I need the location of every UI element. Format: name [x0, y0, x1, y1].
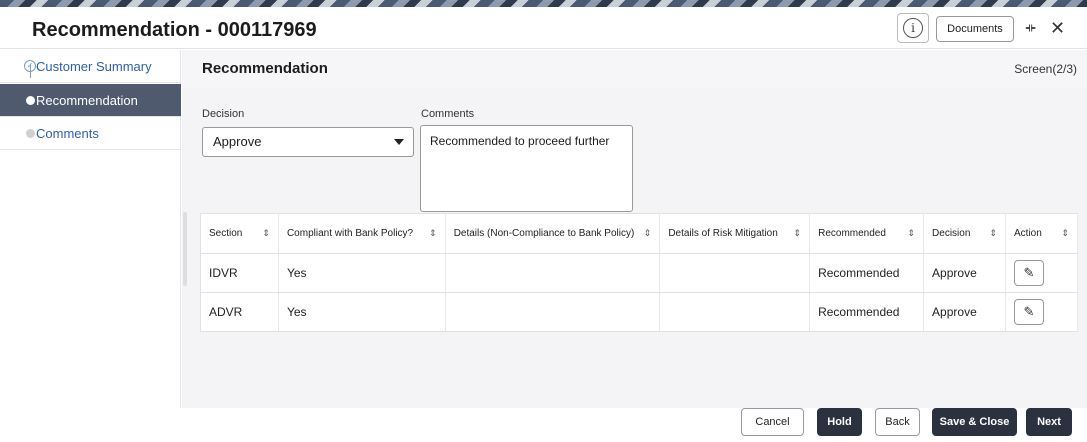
column-header-compliant[interactable]: Compliant with Bank Policy? ⇕: [278, 213, 446, 254]
cell-recommended: Recommended: [809, 253, 925, 293]
sidebar-item-label: Recommendation: [36, 93, 138, 108]
column-header-label: Section: [209, 228, 243, 239]
collapse-icon[interactable]: ⌟⌞ ⌝⌜: [1025, 18, 1036, 40]
next-button[interactable]: Next: [1026, 408, 1072, 436]
table-row: ADVR Yes Recommended Approve ✎: [200, 292, 1078, 332]
cell-action: ✎: [1005, 292, 1078, 332]
comments-textarea[interactable]: Recommended to proceed further: [420, 125, 633, 212]
sidebar-item-label: Comments: [36, 126, 99, 141]
decision-label: Decision: [202, 108, 245, 120]
column-header-label: Recommended: [818, 228, 886, 239]
cell-risk-mitigation: [659, 253, 811, 293]
column-header-label: Decision: [932, 228, 971, 239]
scroll-handle[interactable]: [183, 212, 187, 286]
documents-button[interactable]: Documents: [936, 16, 1014, 42]
cell-details-noncompliance: [445, 292, 661, 332]
cell-risk-mitigation: [659, 292, 811, 332]
screen-indicator: Screen(2/3): [1014, 62, 1077, 76]
cell-section: ADVR: [200, 292, 279, 332]
cell-section: IDVR: [200, 253, 279, 293]
step-connector: [30, 64, 31, 78]
sidebar: ✓ Customer Summary Recommendation Commen…: [0, 50, 181, 408]
footer-actions: Cancel Hold Back Save & Close Next: [0, 408, 1087, 442]
column-header-details-noncompliance[interactable]: Details (Non-Compliance to Bank Policy) ⇕: [445, 213, 661, 254]
column-header-label: Compliant with Bank Policy?: [286, 228, 414, 239]
cell-decision: Approve: [923, 292, 1006, 332]
window-header: Recommendation - 000117969 i Documents ⌟…: [0, 7, 1087, 49]
table-header-row: Section ⇕ Compliant with Bank Policy? ⇕ De…: [200, 213, 1078, 254]
column-header-label: Details (Non-Compliance to Bank Policy): [453, 228, 635, 239]
cell-compliant: Yes: [278, 253, 446, 293]
section-title: Recommendation: [202, 60, 328, 77]
page-title: Recommendation - 000117969: [32, 19, 317, 41]
cell-details-noncompliance: [445, 253, 661, 293]
hold-button[interactable]: Hold: [817, 408, 862, 436]
sort-icon[interactable]: ⇕: [262, 228, 270, 239]
comments-label: Comments: [421, 108, 475, 120]
sort-icon[interactable]: ⇕: [794, 228, 802, 239]
cell-compliant: Yes: [278, 292, 446, 332]
column-header-decision[interactable]: Decision ⇕: [923, 213, 1006, 254]
sidebar-item-customer-summary[interactable]: ✓ Customer Summary: [0, 50, 181, 83]
column-header-label: Action: [1014, 228, 1042, 239]
close-icon[interactable]: ✕: [1050, 18, 1065, 39]
cell-decision: Approve: [923, 253, 1006, 293]
active-dot-icon: [26, 96, 35, 105]
column-header-action[interactable]: Action ⇕: [1005, 213, 1078, 254]
pencil-icon: ✎: [1023, 304, 1035, 319]
column-header-risk-mitigation[interactable]: Details of Risk Mitigation ⇕: [659, 213, 811, 254]
table-row: IDVR Yes Recommended Approve ✎: [200, 253, 1078, 293]
sidebar-item-label: Customer Summary: [36, 59, 152, 74]
back-button[interactable]: Back: [875, 408, 920, 436]
edit-button[interactable]: ✎: [1014, 299, 1044, 325]
sort-icon[interactable]: ⇕: [908, 228, 916, 239]
sidebar-item-recommendation[interactable]: Recommendation: [0, 84, 181, 117]
top-decorative-strip: [0, 0, 1087, 7]
edit-button[interactable]: ✎: [1014, 260, 1044, 286]
save-close-button[interactable]: Save & Close: [932, 408, 1017, 436]
decision-select[interactable]: Approve: [202, 127, 414, 157]
sort-icon[interactable]: ⇕: [1061, 228, 1069, 239]
cell-action: ✎: [1005, 253, 1078, 293]
cancel-button[interactable]: Cancel: [741, 408, 804, 436]
sort-icon[interactable]: ⇕: [989, 228, 997, 239]
pending-dot-icon: [26, 129, 35, 138]
decision-value: Approve: [213, 134, 262, 149]
cell-recommended: Recommended: [809, 292, 925, 332]
main-content: Recommendation Screen(2/3) Decision Appr…: [182, 50, 1087, 408]
sidebar-item-comments[interactable]: Comments: [0, 117, 181, 150]
chevron-down-icon: [394, 139, 404, 145]
column-header-section[interactable]: Section ⇕: [200, 213, 279, 254]
sort-icon[interactable]: ⇕: [429, 228, 437, 239]
column-header-recommended[interactable]: Recommended ⇕: [809, 213, 925, 254]
recommendation-table: Section ⇕ Compliant with Bank Policy? ⇕ De…: [200, 213, 1078, 332]
section-header: Recommendation Screen(2/3): [182, 50, 1087, 88]
column-header-label: Details of Risk Mitigation: [668, 228, 778, 239]
info-icon[interactable]: i: [903, 18, 923, 38]
pencil-icon: ✎: [1023, 265, 1035, 280]
sort-icon[interactable]: ⇕: [644, 228, 652, 239]
